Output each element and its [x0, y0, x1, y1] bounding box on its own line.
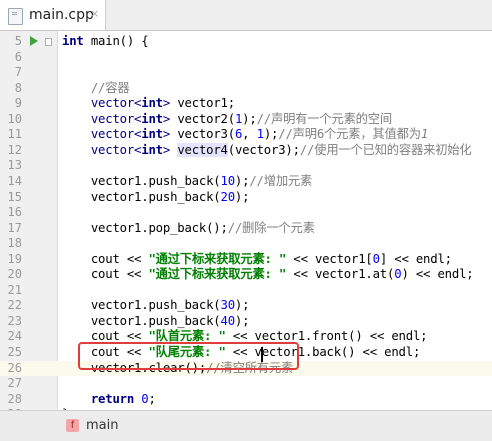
code-line: 6: [0, 50, 492, 66]
tab-main-cpp[interactable]: main.cpp ×: [0, 0, 106, 30]
code-text: //容器: [90, 80, 130, 95]
code-text: vector<int> vector1;: [90, 96, 235, 111]
code-line: 13: [0, 158, 492, 174]
code-text: vector<int> vector4(vector3);//使用一个已知的容器…: [90, 142, 472, 157]
code-text: int main() {: [62, 34, 149, 48]
line-number: 10: [7, 111, 22, 126]
highlight-box: [78, 342, 299, 370]
line-number: 18: [7, 236, 22, 251]
code-line: 14 vector1.push_back(10);//增加元素: [0, 174, 492, 190]
code-text: cout << "通过下标来获取元素: " << vector1.at(0) <…: [90, 267, 474, 282]
line-number: 5: [14, 34, 22, 48]
code-text: vector1.push_back(30);: [90, 298, 250, 313]
code-line: 9 vector<int> vector1;: [0, 96, 492, 112]
code-line: 18: [0, 236, 492, 252]
text-caret: [261, 347, 263, 362]
code-line: 11 vector<int> vector3(6, 1);//声明6个元素，其值…: [0, 127, 492, 143]
editor-tab-bar: main.cpp ×: [0, 0, 492, 31]
code-line: 27: [0, 376, 492, 392]
line-number: 28: [7, 391, 22, 406]
code-line: 15 vector1.push_back(20);: [0, 190, 492, 206]
code-text: vector1.pop_back();//删除一个元素: [90, 220, 315, 235]
code-line: 21: [0, 283, 492, 299]
line-number: 6: [14, 49, 22, 64]
code-text: vector1.push_back(20);: [90, 189, 250, 204]
code-line: 23 vector1.push_back(40);: [0, 314, 492, 330]
line-number: 27: [7, 376, 22, 391]
code-line: 10 vector<int> vector2(1);//声明有一个元素的空间: [0, 112, 492, 128]
line-number: 7: [14, 65, 22, 80]
breadcrumb-bar: f main: [0, 410, 492, 441]
code-line: 8 //容器: [0, 81, 492, 97]
close-tab-icon[interactable]: ×: [90, 7, 99, 20]
code-text: cout << "通过下标来获取元素: " << vector1[0] << e…: [90, 251, 452, 266]
line-number: 25: [7, 345, 22, 359]
code-line: 22 vector1.push_back(30);: [0, 298, 492, 314]
breadcrumb-function[interactable]: main: [86, 418, 118, 433]
code-text: vector1.push_back(40);: [90, 313, 250, 328]
code-line: 16: [0, 205, 492, 221]
line-number: 16: [7, 205, 22, 220]
function-icon: f: [66, 419, 79, 432]
line-number: 15: [7, 189, 22, 204]
line-number: 13: [7, 158, 22, 173]
line-number: 19: [7, 251, 22, 266]
tab-label: main.cpp: [29, 7, 94, 23]
line-number: 26: [7, 360, 22, 375]
line-number: 9: [14, 96, 22, 111]
code-text: vector<int> vector3(6, 1);//声明6个元素，其值都为1: [90, 127, 429, 142]
run-icon[interactable]: [30, 36, 38, 46]
code-line: 17 vector1.pop_back();//删除一个元素: [0, 221, 492, 237]
cpp-file-icon: [8, 8, 23, 25]
code-line: 12 vector<int> vector4(vector3);//使用一个已知…: [0, 142, 492, 159]
line-number: 11: [7, 127, 22, 142]
line-number: 22: [7, 298, 22, 313]
code-text: vector1.push_back(10);//增加元素: [90, 173, 313, 188]
line-number: 20: [7, 267, 22, 282]
line-number: 14: [7, 173, 22, 188]
line-number: 23: [7, 313, 22, 328]
line-number: 21: [7, 282, 22, 297]
code-line: 7: [0, 65, 492, 81]
line-number: 12: [7, 142, 22, 157]
fold-icon[interactable]: [45, 38, 52, 46]
code-line: 28 return 0;: [0, 392, 492, 408]
code-line: 20 cout << "通过下标来获取元素: " << vector1.at(0…: [0, 267, 492, 283]
code-text: vector<int> vector2(1);//声明有一个元素的空间: [90, 111, 392, 126]
line-number: 24: [7, 329, 22, 344]
code-text: return 0;: [90, 391, 156, 406]
code-line: 5 int main() {: [0, 34, 492, 50]
line-number: 17: [7, 220, 22, 235]
line-number: 8: [14, 80, 22, 95]
code-line: 19 cout << "通过下标来获取元素: " << vector1[0] <…: [0, 252, 492, 268]
